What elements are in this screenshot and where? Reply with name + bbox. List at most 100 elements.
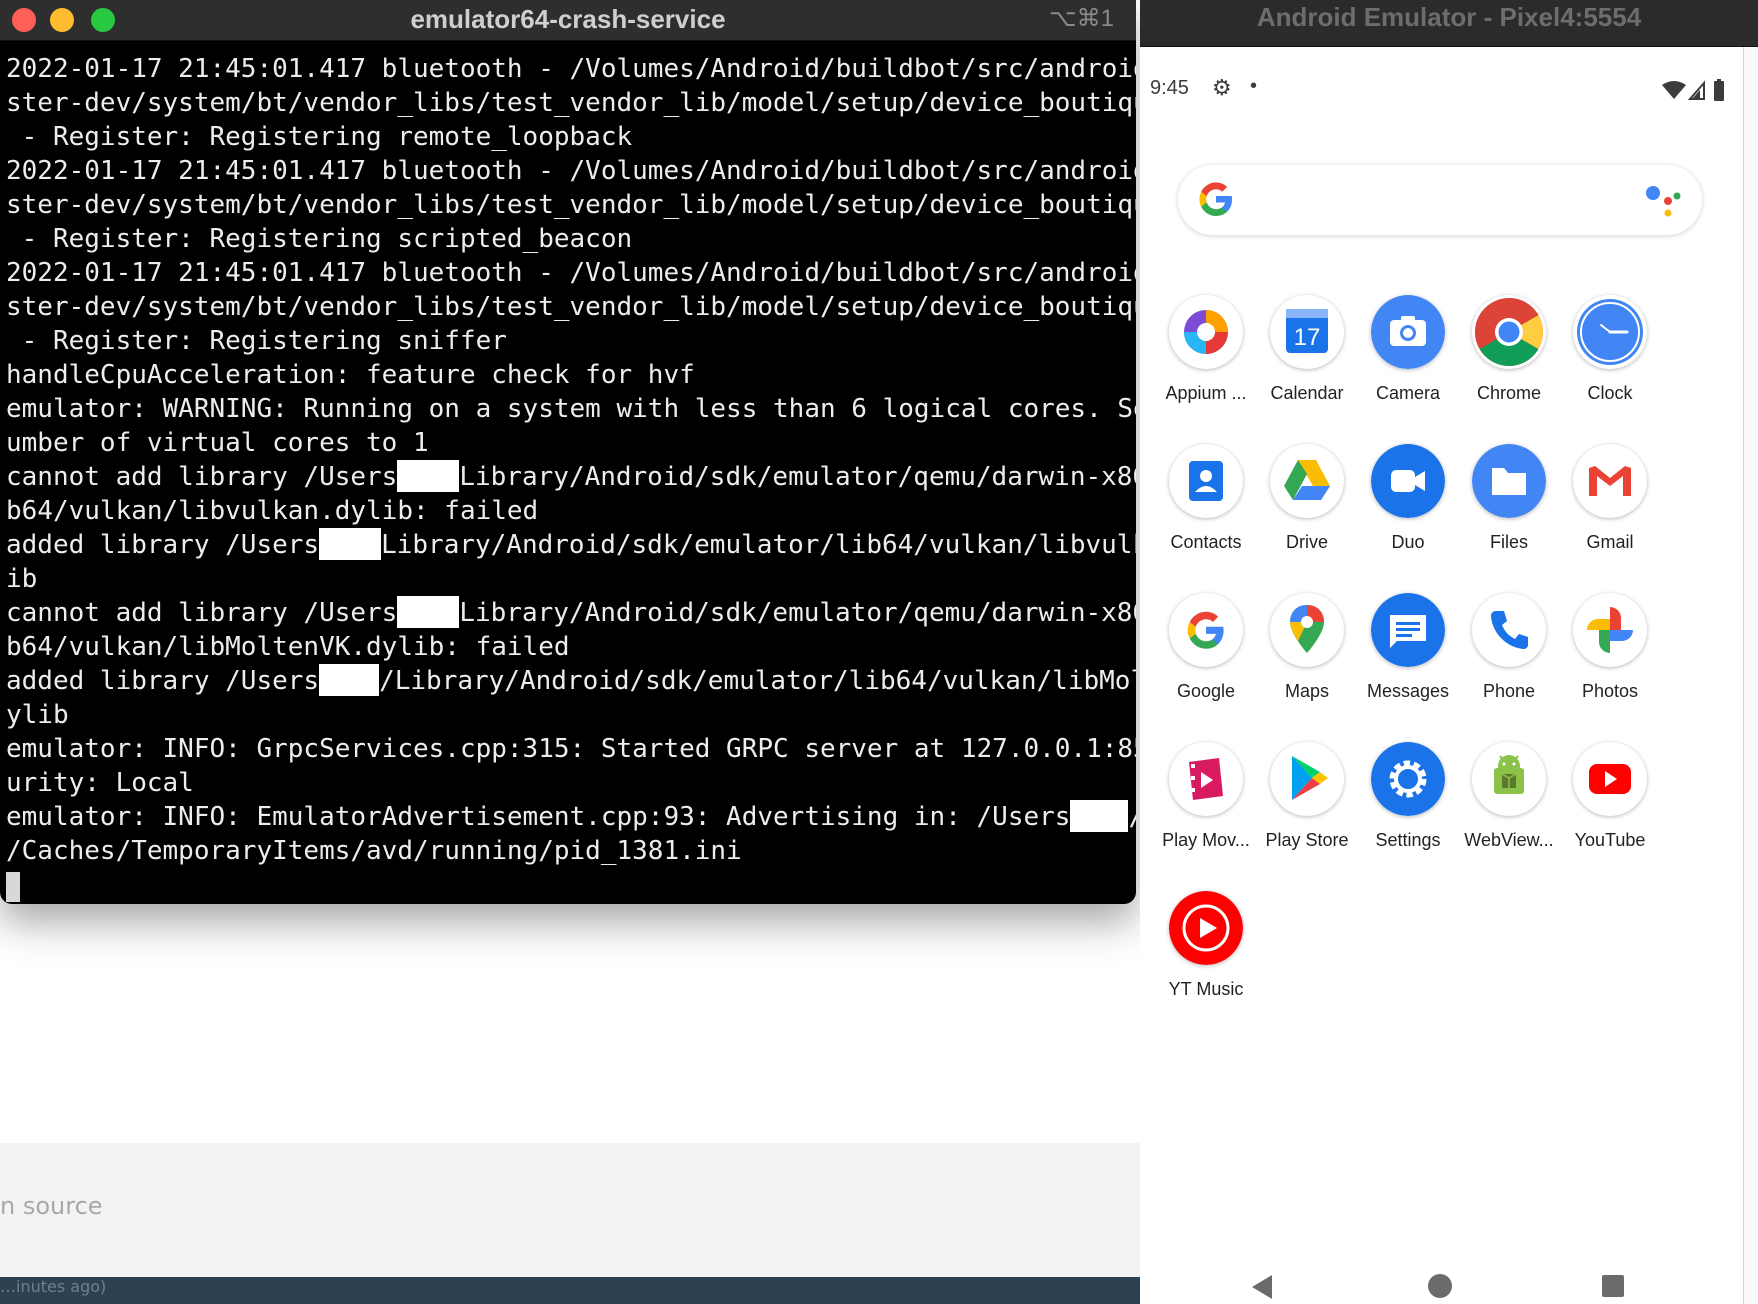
terminal-text: - Register: Registering remote_loopback xyxy=(6,122,633,152)
app-play-movies[interactable]: Play Mov... xyxy=(1150,742,1262,851)
contacts-icon xyxy=(1169,444,1243,518)
terminal-output[interactable]: 2022-01-17 21:45:01.417 bluetooth - /Vol… xyxy=(0,52,1136,902)
terminal-line: - Register: Registering remote_loopback xyxy=(0,120,1130,154)
terminal-line: ster-dev/system/bt/vendor_libs/test_vend… xyxy=(0,86,1136,120)
app-label: Camera xyxy=(1375,383,1441,403)
android-screen[interactable]: 9:45 ⚙ • Appium ... 17 Calendar Camera C… xyxy=(1140,47,1744,1304)
terminal-line: /Caches/TemporaryItems/avd/running/pid_1… xyxy=(0,834,1130,868)
redacted-username xyxy=(319,528,382,560)
terminal-line: ster-dev/system/bt/vendor_libs/test_vend… xyxy=(0,290,1136,324)
background-strip-text: …inutes ago) xyxy=(0,1277,107,1296)
app-photos[interactable]: Photos xyxy=(1554,593,1666,702)
redacted-username xyxy=(319,664,380,696)
terminal-titlebar[interactable]: emulator64-crash-service ⌥⌘1 xyxy=(0,0,1136,41)
terminal-line: emulator: INFO: GrpcServices.cpp:315: St… xyxy=(0,732,1136,766)
terminal-text: 2022-01-17 21:45:01.417 bluetooth - /Vol… xyxy=(6,54,1136,84)
app-gmail[interactable]: Gmail xyxy=(1554,444,1666,553)
emulator-window[interactable]: Android Emulator - Pixel4:5554 9:45 ⚙ • xyxy=(1140,0,1758,1304)
app-label: Chrome xyxy=(1476,383,1542,403)
app-youtube[interactable]: YouTube xyxy=(1554,742,1666,851)
app-calendar[interactable]: 17 Calendar xyxy=(1251,295,1363,404)
back-icon[interactable] xyxy=(1252,1275,1272,1299)
navigation-bar xyxy=(1140,1267,1744,1304)
webview-icon xyxy=(1472,742,1546,816)
terminal-line: 2022-01-17 21:45:01.417 bluetooth - /Vol… xyxy=(0,256,1136,290)
app-label: Drive xyxy=(1285,532,1328,552)
assistant-icon[interactable] xyxy=(1644,183,1684,219)
google-icon xyxy=(1169,593,1243,667)
google-g-icon xyxy=(1199,182,1232,216)
play-store-icon xyxy=(1270,742,1344,816)
terminal-prompt-line[interactable] xyxy=(0,868,1130,902)
redacted-username xyxy=(397,460,460,492)
terminal-line: ylib xyxy=(0,698,1130,732)
terminal-line: urity: Local xyxy=(0,766,1130,800)
terminal-line: added library /Users Library/Android/sdk/… xyxy=(0,528,1136,562)
app-label: Settings xyxy=(1375,830,1441,850)
terminal-text: ster-dev/system/bt/vendor_libs/test_vend… xyxy=(6,88,1136,118)
terminal-text: b64/vulkan/libMoltenVK.dylib: failed xyxy=(6,632,570,662)
redacted-username xyxy=(1070,800,1129,832)
status-time: 9:45 xyxy=(1150,77,1189,99)
terminal-text: - Register: Registering scripted_beacon xyxy=(6,224,633,254)
app-label: Play Mov... xyxy=(1162,830,1250,850)
terminal-line: emulator: WARNING: Running on a system w… xyxy=(0,392,1136,426)
app-label: Google xyxy=(1176,681,1236,701)
terminal-line: cannot add library /Users Library/Android… xyxy=(0,460,1136,494)
app-contacts[interactable]: Contacts xyxy=(1150,444,1262,553)
terminal-text: - Register: Registering sniffer xyxy=(6,326,507,356)
terminal-line: 2022-01-17 21:45:01.417 bluetooth - /Vol… xyxy=(0,154,1136,188)
app-label: Duo xyxy=(1391,532,1425,552)
terminal-line: - Register: Registering sniffer xyxy=(0,324,1130,358)
terminal-line: handleCpuAcceleration: feature check for… xyxy=(0,358,1130,392)
camera-icon xyxy=(1371,295,1445,369)
app-play-store[interactable]: Play Store xyxy=(1251,742,1363,851)
terminal-line: 2022-01-17 21:45:01.417 bluetooth - /Vol… xyxy=(0,52,1136,86)
home-icon[interactable] xyxy=(1428,1274,1452,1298)
drive-icon xyxy=(1270,444,1344,518)
terminal-text: b64/vulkan/libvulkan.dylib: failed xyxy=(6,496,539,526)
emulator-title: Android Emulator - Pixel4:5554 xyxy=(1256,2,1642,32)
terminal-title: emulator64-crash-service xyxy=(410,4,726,34)
app-webview[interactable]: WebView... xyxy=(1453,742,1565,851)
terminal-window[interactable]: emulator64-crash-service ⌥⌘1 2022-01-17 … xyxy=(0,0,1136,904)
background-partial-text: n source xyxy=(0,1192,103,1220)
yt-music-icon xyxy=(1169,891,1243,965)
emulator-scrollbar[interactable] xyxy=(1743,47,1758,1304)
terminal-line: ib xyxy=(0,562,1130,596)
background-panel xyxy=(0,1143,1140,1277)
terminal-shortcut: ⌥⌘1 xyxy=(1048,5,1114,32)
gear-icon: ⚙ xyxy=(1212,75,1232,100)
app-settings[interactable]: Settings xyxy=(1352,742,1464,851)
app-files[interactable]: Files xyxy=(1453,444,1565,553)
app-yt-music[interactable]: YT Music xyxy=(1150,891,1262,1000)
terminal-text: ib xyxy=(6,564,38,594)
app-label: YT Music xyxy=(1168,979,1244,999)
clock-icon xyxy=(1573,295,1647,369)
app-messages[interactable]: Messages xyxy=(1352,593,1464,702)
app-phone[interactable]: Phone xyxy=(1453,593,1565,702)
terminal-text: handleCpuAcceleration: feature check for… xyxy=(6,360,695,390)
app-label: Messages xyxy=(1366,681,1450,701)
terminal-text: added library /Users xyxy=(6,530,320,560)
status-icons xyxy=(1660,79,1730,103)
duo-icon xyxy=(1371,444,1445,518)
app-camera[interactable]: Camera xyxy=(1352,295,1464,404)
terminal-text: Library/Android/sdk/emulator/lib64/vulka… xyxy=(381,530,1136,560)
emulator-titlebar[interactable]: Android Emulator - Pixel4:5554 xyxy=(1140,0,1758,47)
recents-icon[interactable] xyxy=(1602,1275,1624,1297)
app-duo[interactable]: Duo xyxy=(1352,444,1464,553)
app-clock[interactable]: Clock xyxy=(1554,295,1666,404)
youtube-icon xyxy=(1573,742,1647,816)
terminal-line: cannot add library /Users Library/Android… xyxy=(0,596,1136,630)
app-label: Files xyxy=(1489,532,1528,552)
app-drive[interactable]: Drive xyxy=(1251,444,1363,553)
app-chrome[interactable]: Chrome xyxy=(1453,295,1565,404)
maps-icon xyxy=(1270,593,1344,667)
google-search-bar[interactable] xyxy=(1178,165,1702,235)
app-maps[interactable]: Maps xyxy=(1251,593,1363,702)
app-appium[interactable]: Appium ... xyxy=(1150,295,1262,404)
app-google[interactable]: Google xyxy=(1150,593,1262,702)
text-cursor xyxy=(6,871,20,902)
files-icon xyxy=(1472,444,1546,518)
